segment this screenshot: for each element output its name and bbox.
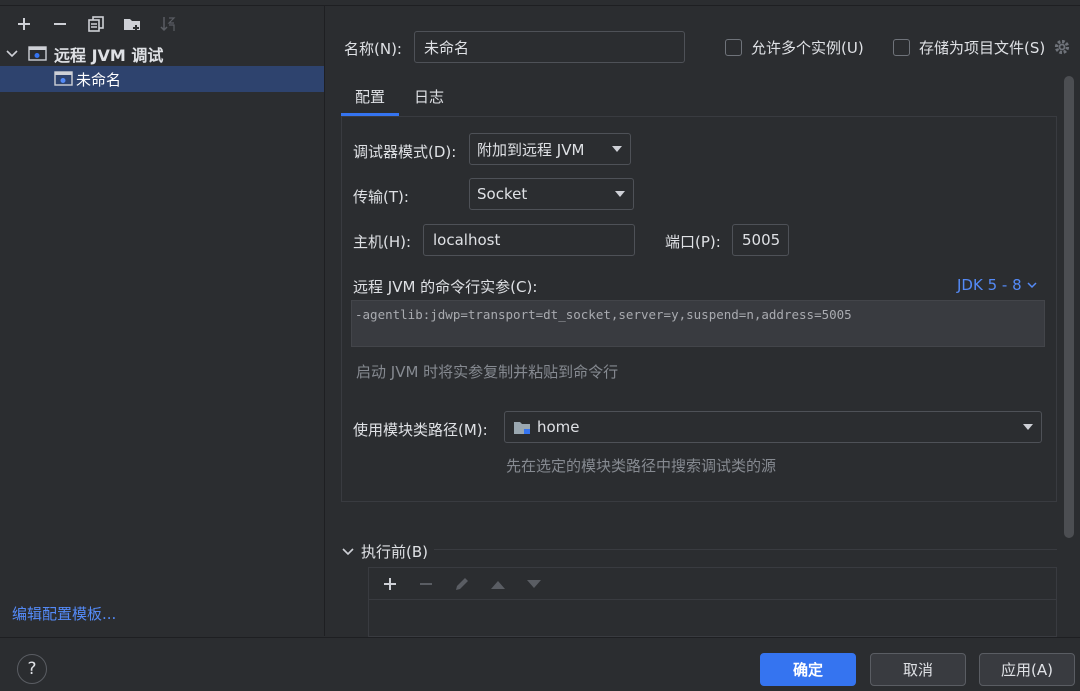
cmdline-hint: 启动 JVM 时将实参复制并粘贴到命令行 xyxy=(356,363,619,381)
chevron-down-icon[interactable] xyxy=(0,47,22,61)
name-label: 名称(N): xyxy=(344,40,402,58)
before-launch-toggle[interactable]: 执行前(B) xyxy=(341,541,428,562)
sort-icon xyxy=(150,12,186,36)
remove-icon xyxy=(408,572,444,596)
tree-item-label: 未命名 xyxy=(76,70,122,89)
config-tree-panel: 远程 JVM 调试 未命名 编辑配置模板... xyxy=(0,6,325,636)
move-down-icon xyxy=(516,572,552,596)
new-folder-icon[interactable] xyxy=(114,12,150,36)
allow-multiple-checkbox[interactable]: 允许多个实例(U) xyxy=(725,37,864,58)
apply-button[interactable]: 应用(A) xyxy=(979,653,1075,686)
move-up-icon xyxy=(480,572,516,596)
allow-multiple-label: 允许多个实例(U) xyxy=(751,39,864,57)
add-icon[interactable] xyxy=(6,12,42,36)
remove-icon[interactable] xyxy=(42,12,78,36)
debugger-mode-value: 附加到远程 JVM xyxy=(477,140,585,159)
transport-value: Socket xyxy=(477,185,528,203)
port-input[interactable]: 5005 xyxy=(732,224,789,256)
port-label: 端口(P): xyxy=(665,233,721,251)
checkbox-box[interactable] xyxy=(725,39,742,56)
before-launch-label: 执行前(B) xyxy=(361,543,428,561)
debugger-mode-select[interactable]: 附加到远程 JVM xyxy=(469,133,631,165)
copy-icon[interactable] xyxy=(78,12,114,36)
store-as-project-checkbox[interactable]: 存储为项目文件(S) xyxy=(893,37,1045,58)
cancel-button[interactable]: 取消 xyxy=(870,653,966,686)
tree-group-label: 远程 JVM 调试 xyxy=(54,46,164,65)
add-icon[interactable] xyxy=(372,572,408,596)
tree-group-remote-jvm[interactable]: 远程 JVM 调试 xyxy=(0,42,324,66)
tree-item-unnamed[interactable]: 未命名 xyxy=(0,66,324,92)
section-divider xyxy=(434,549,1057,550)
module-label: 使用模块类路径(M): xyxy=(353,421,488,439)
transport-select[interactable]: Socket xyxy=(469,178,634,210)
dropdown-arrow-icon xyxy=(615,191,625,197)
jdk-selector-label: JDK 5 - 8 xyxy=(957,276,1022,294)
ok-button[interactable]: 确定 xyxy=(760,653,856,686)
checkbox-box[interactable] xyxy=(893,39,910,56)
tab-config[interactable]: 配置 xyxy=(355,86,385,107)
store-as-project-label: 存储为项目文件(S) xyxy=(919,39,1046,57)
host-input[interactable]: localhost xyxy=(423,224,635,256)
cmdline-args-field[interactable]: -agentlib:jdwp=transport=dt_socket,serve… xyxy=(351,300,1045,347)
cmdline-label: 远程 JVM 的命令行实参(C): xyxy=(353,278,538,296)
before-launch-toolbar-divider xyxy=(369,599,1056,600)
tab-logs[interactable]: 日志 xyxy=(414,86,444,107)
before-launch-toolbar xyxy=(372,572,552,596)
module-value: home xyxy=(537,418,580,436)
module-select[interactable]: home xyxy=(504,411,1042,443)
jdk-selector[interactable]: JDK 5 - 8 xyxy=(957,276,1037,294)
help-button[interactable]: ? xyxy=(17,654,47,684)
name-input[interactable]: 未命名 xyxy=(414,31,685,63)
edit-templates-link[interactable]: 编辑配置模板... xyxy=(12,603,116,624)
module-hint: 先在选定的模块类路径中搜索调试类的源 xyxy=(506,457,777,475)
host-label: 主机(H): xyxy=(353,233,412,251)
debugger-mode-label: 调试器模式(D): xyxy=(353,143,457,161)
dropdown-arrow-icon xyxy=(612,146,622,152)
chevron-down-icon xyxy=(1027,281,1037,288)
remote-debug-icon xyxy=(28,46,48,62)
transport-label: 传输(T): xyxy=(353,188,409,206)
dropdown-arrow-icon xyxy=(1023,424,1033,430)
module-folder-icon xyxy=(514,421,530,434)
chevron-down-icon xyxy=(342,548,354,556)
gear-icon[interactable] xyxy=(1053,38,1071,56)
tree-toolbar xyxy=(6,12,186,36)
edit-icon xyxy=(444,572,480,596)
remote-debug-icon xyxy=(54,71,74,87)
scrollbar[interactable] xyxy=(1064,76,1074,538)
